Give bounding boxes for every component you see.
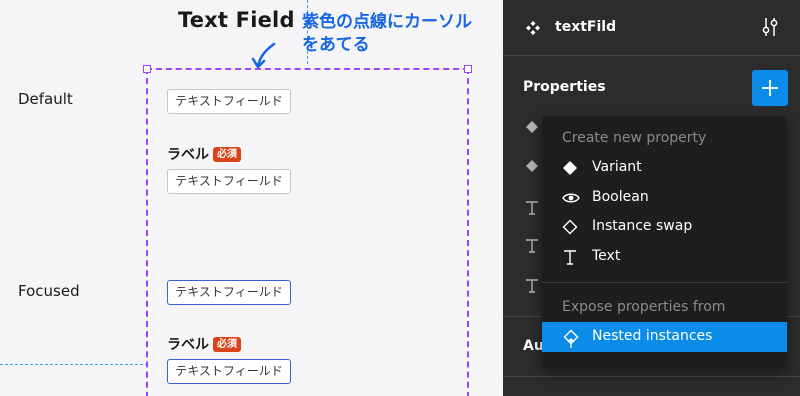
panel-divider: [503, 55, 800, 56]
diamond-filled-icon: [563, 161, 577, 175]
field-label: ラベル: [167, 147, 209, 163]
field-label: ラベル: [167, 337, 209, 353]
properties-title: Properties: [523, 79, 606, 95]
field-label-row: ラベル 必須: [167, 144, 241, 164]
component-set-icon: [526, 21, 540, 35]
state-label-focused: Focused: [18, 282, 80, 300]
text-field-default[interactable]: テキストフィールド: [167, 89, 291, 114]
menu-item-label: Instance swap: [592, 218, 693, 234]
text-icon: [564, 250, 576, 265]
text-property-icon: [526, 239, 538, 253]
required-badge: 必須: [213, 336, 241, 352]
menu-item-boolean[interactable]: Boolean: [542, 183, 787, 213]
menu-item-variant[interactable]: Variant: [542, 153, 787, 183]
annotation-note: 紫色の点線にカーソル をあてる: [302, 11, 472, 57]
auto-layout-section-title: Au: [523, 338, 544, 354]
text-field-focused-labeled[interactable]: テキストフィールド: [167, 359, 291, 384]
adjust-icon[interactable]: [761, 16, 779, 38]
frame-title: Text Field: [178, 8, 295, 32]
design-canvas[interactable]: Text Field 紫色の点線にカーソル をあてる Default Focus…: [0, 0, 503, 396]
menu-item-label: Text: [592, 248, 621, 264]
field-label-row-focused: ラベル 必須: [167, 334, 241, 354]
nested-instance-icon: [563, 329, 579, 348]
component-name: textFild: [555, 19, 617, 35]
required-badge: 必須: [213, 146, 241, 162]
text-property-icon: [526, 279, 538, 293]
eye-icon: [562, 193, 580, 203]
menu-item-label: Nested instances: [592, 328, 713, 344]
annotation-line-1: 紫色の点線にカーソル: [302, 12, 472, 32]
horizontal-guide-line: [0, 364, 148, 365]
create-property-menu: Create new property Variant Boolean Inst…: [542, 116, 787, 368]
menu-separator: [542, 282, 787, 283]
panel-divider: [503, 376, 800, 377]
state-label-default: Default: [18, 90, 73, 108]
text-field-focused[interactable]: テキストフィールド: [167, 280, 291, 305]
plus-icon: [762, 80, 778, 96]
menu-item-label: Boolean: [592, 189, 649, 205]
resize-handle-top-right[interactable]: [464, 65, 472, 73]
menu-item-nested-instances[interactable]: Nested instances: [542, 322, 787, 352]
create-property-heading: Create new property: [562, 130, 707, 146]
variant-property-icon: [526, 160, 538, 172]
menu-item-label: Variant: [592, 159, 642, 175]
expose-properties-heading: Expose properties from: [562, 299, 726, 315]
variant-property-icon: [526, 121, 538, 133]
menu-item-instance-swap[interactable]: Instance swap: [542, 212, 787, 242]
resize-handle-top-left[interactable]: [143, 65, 151, 73]
text-field-default-labeled[interactable]: テキストフィールド: [167, 169, 291, 194]
add-property-button[interactable]: [752, 70, 788, 106]
annotation-line-2: をあてる: [302, 35, 370, 55]
diamond-outline-icon: [562, 219, 578, 235]
text-property-icon: [526, 201, 538, 215]
menu-item-text[interactable]: Text: [542, 242, 787, 272]
panel-header: textFild: [503, 0, 800, 55]
